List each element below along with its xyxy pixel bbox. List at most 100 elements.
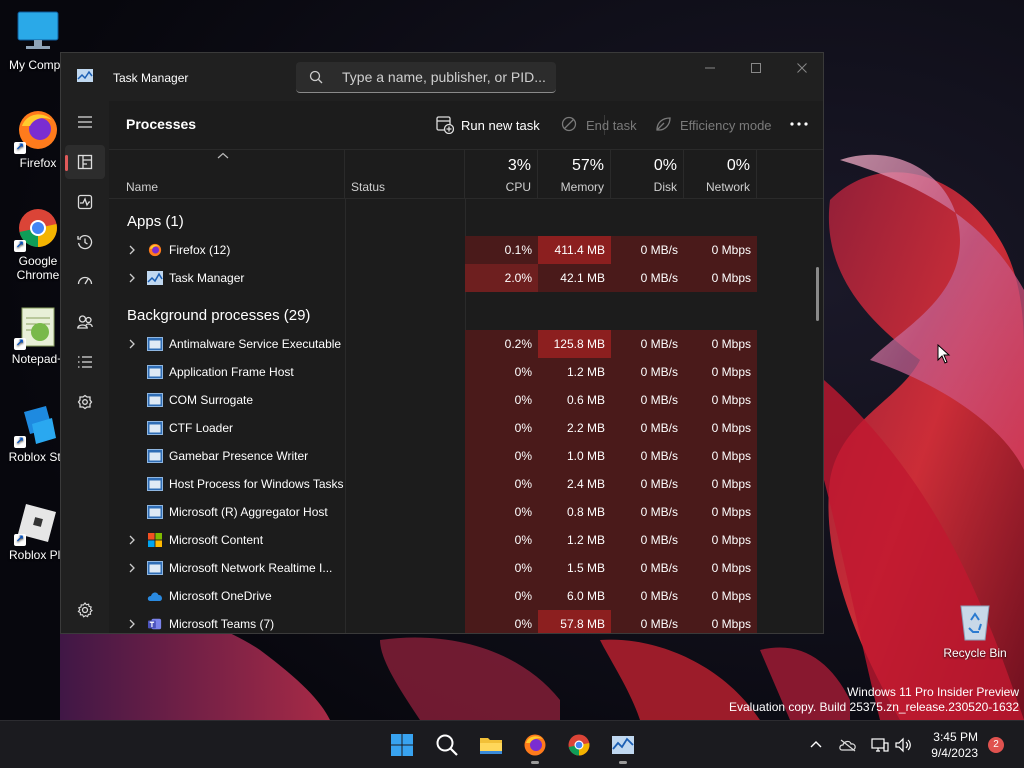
column-status[interactable]: Status <box>345 150 465 199</box>
column-name[interactable]: Name <box>109 150 345 199</box>
show-hidden-icons-chevron-icon[interactable] <box>809 738 823 752</box>
desktop-icon-label: Recycle Bin <box>943 646 1007 660</box>
nav-settings[interactable] <box>65 593 105 627</box>
minimize-button[interactable] <box>687 53 733 83</box>
process-row[interactable]: Application Frame Host 0% 1.2 MB 0 MB/s 0 Mb… <box>109 358 757 386</box>
end-task-label: End task <box>586 118 637 133</box>
process-name: CTF Loader <box>169 421 234 435</box>
vertical-scrollbar[interactable] <box>816 267 819 321</box>
onedrive-offline-icon[interactable] <box>839 738 857 752</box>
expand-chevron-icon[interactable] <box>127 618 137 630</box>
search-button[interactable] <box>431 729 463 761</box>
process-network: 0 Mbps <box>684 610 757 633</box>
process-disk: 0 MB/s <box>611 236 684 264</box>
roblox-studio-icon: ↗ <box>14 402 60 448</box>
column-network-label: Network <box>705 180 750 194</box>
efficiency-mode-button[interactable]: Efficiency mode <box>655 113 775 137</box>
shortcut-arrow-icon: ↗ <box>14 142 26 154</box>
users-icon <box>77 315 93 329</box>
group-header-background: Background processes (29) <box>127 307 311 324</box>
nav-users[interactable] <box>65 305 105 339</box>
expand-chevron-icon[interactable] <box>127 534 137 546</box>
watermark-line2: Evaluation copy. Build 25375.zn_release.… <box>729 700 1019 714</box>
nav-services[interactable] <box>65 385 105 419</box>
nav-processes[interactable] <box>65 145 105 179</box>
efficiency-mode-label: Efficiency mode <box>680 118 772 133</box>
process-disk: 0 MB/s <box>611 264 684 292</box>
process-disk: 0 MB/s <box>611 358 684 386</box>
app-window-icon <box>147 561 163 575</box>
chrome-taskbar-button[interactable] <box>563 729 595 761</box>
maximize-button[interactable] <box>733 53 779 83</box>
process-row[interactable]: Microsoft Content 0% 1.2 MB 0 MB/s 0 Mbps <box>109 526 757 554</box>
column-name-label: Name <box>126 180 159 194</box>
leaf-icon <box>656 117 671 131</box>
app-history-icon <box>77 234 93 250</box>
process-disk: 0 MB/s <box>611 386 684 414</box>
expand-chevron-icon[interactable] <box>127 272 137 284</box>
task-manager-taskbar-button[interactable] <box>607 729 639 764</box>
process-row[interactable]: Host Process for Windows Tasks 0% 2.4 MB 0 … <box>109 470 757 498</box>
expand-chevron-icon[interactable] <box>127 562 137 574</box>
nav-app-history[interactable] <box>65 225 105 259</box>
process-cpu: 0% <box>465 498 538 526</box>
process-row[interactable]: Firefox (12) 0.1% 411.4 MB 0 MB/s 0 Mbps <box>109 236 757 264</box>
process-network: 0 Mbps <box>684 442 757 470</box>
chrome-icon: ↗ <box>14 206 60 252</box>
close-button[interactable] <box>779 53 823 83</box>
process-cpu: 2.0% <box>465 264 538 292</box>
teams-icon <box>148 618 162 630</box>
column-disk[interactable]: 0% Disk <box>611 150 684 199</box>
process-memory: 42.1 MB <box>538 264 611 292</box>
taskbar: 3:45 PM 9/4/2023 2 <box>0 720 1024 768</box>
notification-badge[interactable]: 2 <box>988 737 1004 753</box>
system-tray: 3:45 PM 9/4/2023 2 <box>800 721 1024 768</box>
clock[interactable]: 3:45 PM 9/4/2023 <box>931 729 978 761</box>
process-network: 0 Mbps <box>684 554 757 582</box>
nav-startup-apps[interactable] <box>65 265 105 299</box>
column-network[interactable]: 0% Network <box>684 150 757 199</box>
title-bar[interactable]: Task Manager <box>61 53 823 101</box>
file-explorer-button[interactable] <box>475 729 507 761</box>
process-row[interactable]: Microsoft (R) Aggregator Host 0% 0.8 MB 0 M… <box>109 498 757 526</box>
network-icon[interactable] <box>871 737 889 753</box>
column-memory-label: Memory <box>560 180 604 194</box>
process-row[interactable]: Gamebar Presence Writer 0% 1.0 MB 0 MB/s 0 M… <box>109 442 757 470</box>
nav-details[interactable] <box>65 345 105 379</box>
process-network: 0 Mbps <box>684 358 757 386</box>
run-new-task-button[interactable]: Run new task <box>436 113 540 137</box>
page-title: Processes <box>126 116 197 132</box>
process-name: Gamebar Presence Writer <box>169 449 309 463</box>
process-list: Apps (1) Background processes (29) Firef… <box>109 199 823 633</box>
shortcut-arrow-icon: ↗ <box>14 436 26 448</box>
process-cpu: 0% <box>465 554 538 582</box>
desktop-icon-recycle-bin[interactable]: Recycle Bin <box>937 598 1013 660</box>
process-row[interactable]: COM Surrogate 0% 0.6 MB 0 MB/s 0 Mbps <box>109 386 757 414</box>
search-box[interactable] <box>296 62 556 93</box>
process-row[interactable]: CTF Loader 0% 2.2 MB 0 MB/s 0 Mbps <box>109 414 757 442</box>
monitor-icon <box>16 10 60 54</box>
search-input[interactable] <box>342 62 547 92</box>
nav-performance[interactable] <box>65 185 105 219</box>
volume-icon[interactable] <box>895 737 913 753</box>
firefox-taskbar-button[interactable] <box>519 729 551 764</box>
column-cpu[interactable]: 3% CPU <box>465 150 538 199</box>
nav-menu-button[interactable] <box>65 105 105 139</box>
processes-icon <box>77 154 93 170</box>
process-row[interactable]: Microsoft Network Realtime I... 0% 1.5 MB 0… <box>109 554 757 582</box>
process-row[interactable]: Antimalware Service Executable 0.2% 125.8 … <box>109 330 757 358</box>
start-button[interactable] <box>386 729 418 761</box>
process-network: 0 Mbps <box>684 582 757 610</box>
process-row[interactable]: Microsoft Teams (7) 0% 57.8 MB 0 MB/s 0 Mbps <box>109 610 757 633</box>
process-network: 0 Mbps <box>684 236 757 264</box>
expand-chevron-icon[interactable] <box>127 338 137 350</box>
expand-chevron-icon[interactable] <box>127 244 137 256</box>
process-network: 0 Mbps <box>684 470 757 498</box>
end-task-button[interactable]: End task <box>561 113 641 137</box>
column-memory[interactable]: 57% Memory <box>538 150 611 199</box>
app-window-icon <box>147 477 163 491</box>
more-options-button[interactable] <box>789 113 813 137</box>
process-cpu: 0% <box>465 470 538 498</box>
process-row[interactable]: Task Manager 2.0% 42.1 MB 0 MB/s 0 Mbps <box>109 264 757 292</box>
process-row[interactable]: Microsoft OneDrive 0% 6.0 MB 0 MB/s 0 Mbps <box>109 582 757 610</box>
